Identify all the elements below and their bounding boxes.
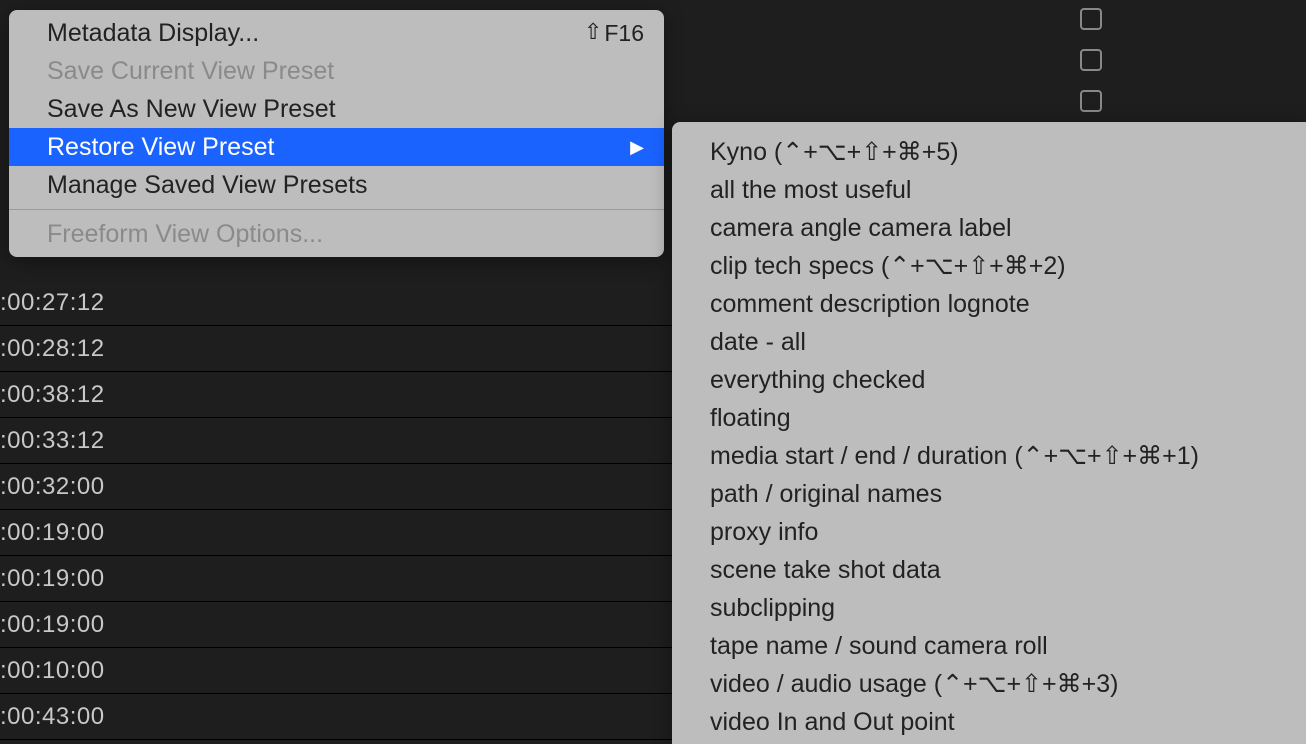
submenu-item[interactable]: video / audio usage (⌃+⌥+⇧+⌘+3)	[672, 664, 1306, 702]
submenu-item[interactable]: scene take shot data	[672, 550, 1306, 588]
shift-icon: ⇧	[584, 13, 602, 51]
submenu-item[interactable]: floating	[672, 398, 1306, 436]
timecode-value: :00:27:12	[0, 289, 105, 317]
row-checkbox[interactable]	[1080, 49, 1102, 71]
submenu-item[interactable]: subclipping	[672, 588, 1306, 626]
submenu-item[interactable]: date - all	[672, 322, 1306, 360]
timecode-value: :00:43:00	[0, 703, 105, 731]
timecode-value: :00:38:12	[0, 381, 105, 409]
timecode-value: :00:10:00	[0, 657, 105, 685]
row-checkbox[interactable]	[1080, 90, 1102, 112]
submenu-item[interactable]: path / original names	[672, 474, 1306, 512]
submenu-item[interactable]: tape name / sound camera roll	[672, 626, 1306, 664]
submenu-item[interactable]: Kyno (⌃+⌥+⇧+⌘+5)	[672, 132, 1306, 170]
submenu-item[interactable]: media start / end / duration (⌃+⌥+⇧+⌘+1)	[672, 436, 1306, 474]
timecode-value: :00:28:12	[0, 335, 105, 363]
menu-separator	[9, 209, 664, 210]
timecode-value: :00:33:12	[0, 427, 105, 455]
submenu-item[interactable]: all the most useful	[672, 170, 1306, 208]
menu-item-metadata-display[interactable]: Metadata Display... ⇧F16	[9, 14, 664, 52]
timecode-value: :00:19:00	[0, 519, 105, 547]
shortcut-label: ⇧F16	[584, 14, 644, 52]
menu-item-manage-saved-view-presets[interactable]: Manage Saved View Presets	[9, 166, 664, 204]
submenu-item[interactable]: video In and Out point	[672, 702, 1306, 740]
submenu-item[interactable]: clip tech specs (⌃+⌥+⇧+⌘+2)	[672, 246, 1306, 284]
checkbox-column	[1080, 8, 1102, 112]
context-menu-primary: Metadata Display... ⇧F16 Save Current Vi…	[9, 10, 664, 257]
submenu-item[interactable]: comment description lognote	[672, 284, 1306, 322]
timecode-value: :00:19:00	[0, 611, 105, 639]
timecode-value: :00:19:00	[0, 565, 105, 593]
menu-item-save-as-new-view-preset[interactable]: Save As New View Preset	[9, 90, 664, 128]
menu-item-restore-view-preset[interactable]: Restore View Preset ▶	[9, 128, 664, 166]
menu-item-save-current-view-preset: Save Current View Preset	[9, 52, 664, 90]
submenu-item[interactable]: everything checked	[672, 360, 1306, 398]
submenu-item[interactable]: camera angle camera label	[672, 208, 1306, 246]
submenu-arrow-icon: ▶	[630, 128, 644, 166]
row-checkbox[interactable]	[1080, 8, 1102, 30]
timecode-value: :00:32:00	[0, 473, 105, 501]
menu-item-freeform-view-options: Freeform View Options...	[9, 215, 664, 253]
submenu-item[interactable]: proxy info	[672, 512, 1306, 550]
context-menu-submenu: Kyno (⌃+⌥+⇧+⌘+5)all the most usefulcamer…	[672, 122, 1306, 744]
